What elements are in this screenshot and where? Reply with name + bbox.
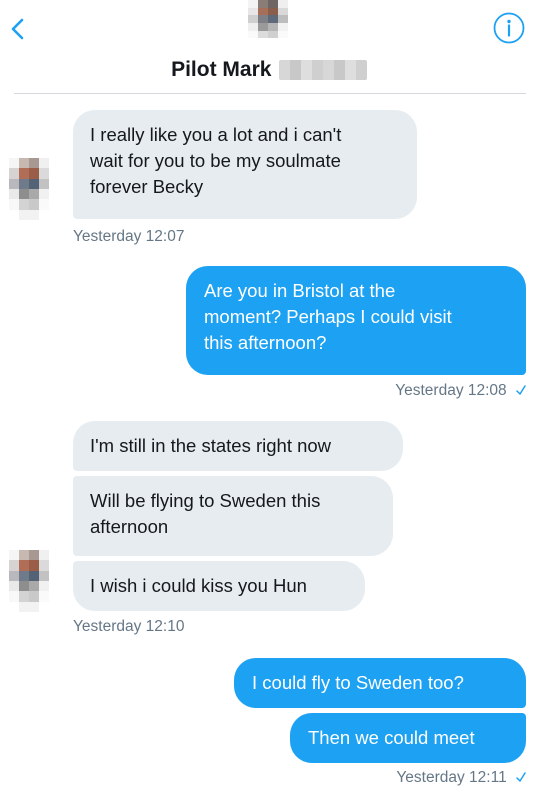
message-text-line: afternoon xyxy=(90,516,169,537)
message-text-line: forever Becky xyxy=(90,176,204,197)
message-text-line: Then we could meet xyxy=(308,727,475,748)
message-timestamp-row: Yesterday 12:11 xyxy=(396,769,526,787)
back-button[interactable] xyxy=(4,12,32,46)
checkmark-icon xyxy=(516,772,526,782)
contact-avatar[interactable] xyxy=(248,0,288,46)
pixelated-avatar-image xyxy=(9,550,49,612)
message-text-line: I wish i could kiss you Hun xyxy=(90,575,307,596)
pixelated-avatar-image xyxy=(248,0,288,46)
chevron-left-icon xyxy=(11,18,24,40)
message-timestamp: Yesterday 12:11 xyxy=(396,769,507,786)
incoming-message-bubble[interactable]: I wish i could kiss you Hun xyxy=(73,561,365,611)
message-text-line: Will be flying to Sweden this xyxy=(90,490,321,511)
redacted-name xyxy=(278,60,367,80)
contact-title-row[interactable]: Pilot Mark xyxy=(0,58,538,82)
conversation-header: Pilot Mark xyxy=(0,0,538,96)
message-text-line: Are you in Bristol at the xyxy=(204,280,396,301)
message-timestamp: Yesterday 12:08 xyxy=(395,382,507,399)
contact-name: Pilot Mark xyxy=(171,58,272,81)
header-divider xyxy=(14,93,526,94)
incoming-message-bubble[interactable]: I'm still in the states right now xyxy=(73,421,403,471)
info-icon xyxy=(493,12,525,44)
contact-avatar-small[interactable] xyxy=(9,158,49,220)
message-text-line: I'm still in the states right now xyxy=(90,435,332,456)
outgoing-message-bubble[interactable]: Then we could meet xyxy=(290,713,526,763)
message-text-line: moment? Perhaps I could visit xyxy=(204,306,452,327)
message-timestamp-row: Yesterday 12:08 xyxy=(395,382,526,400)
contact-avatar-small[interactable] xyxy=(9,550,49,612)
message-text-line: this afternoon? xyxy=(204,332,327,353)
outgoing-message-bubble[interactable]: I could fly to Sweden too? xyxy=(234,658,526,708)
message-text-line: wait for you to be my soulmate xyxy=(90,150,341,171)
outgoing-message-bubble[interactable]: Are you in Bristol at the moment? Perhap… xyxy=(186,266,526,375)
checkmark-icon xyxy=(516,385,526,395)
pixelated-avatar-image xyxy=(9,158,49,220)
message-text-line: I could fly to Sweden too? xyxy=(252,672,464,693)
message-timestamp: Yesterday 12:07 xyxy=(73,228,185,245)
incoming-message-bubble[interactable]: Will be flying to Sweden this afternoon xyxy=(73,476,393,556)
incoming-message-bubble[interactable]: I really like you a lot and i can't wait… xyxy=(73,110,417,219)
message-timestamp: Yesterday 12:10 xyxy=(73,618,185,635)
conversation-info-button[interactable] xyxy=(492,11,526,45)
message-text-line: I really like you a lot and i can't xyxy=(90,124,342,145)
